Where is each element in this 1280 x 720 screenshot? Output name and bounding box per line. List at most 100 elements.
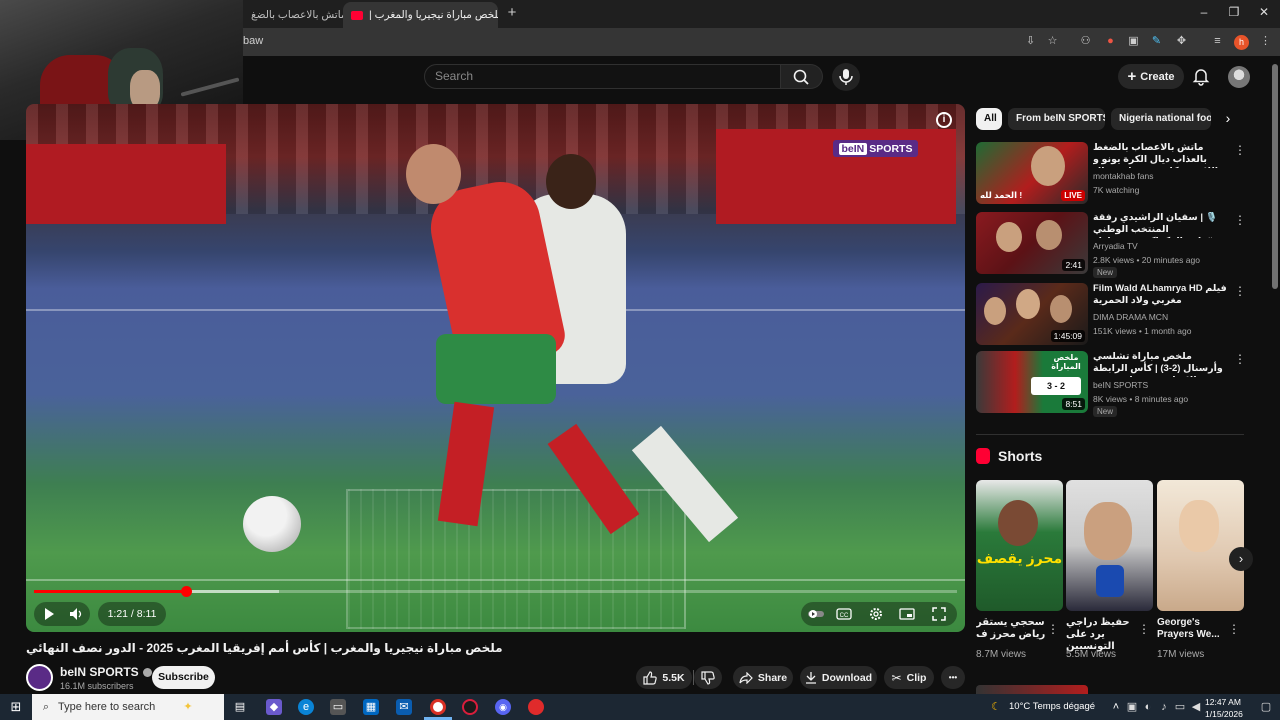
windows-start-icon[interactable]: ⊞: [8, 699, 24, 715]
task-view-icon[interactable]: ▤: [232, 699, 248, 715]
video-thumbnail[interactable]: الحمد لله ! LIVE: [976, 142, 1088, 204]
recommendation-title[interactable]: ملخص مباراة تشلسي وأرسنال (2-3) | كأس ال…: [1093, 351, 1230, 377]
recommendation-item[interactable]: 2:41 🎙️ | سفيان الراشيدي رفقة المنتخب ال…: [976, 212, 1246, 278]
extension-icon[interactable]: ✎: [1149, 34, 1164, 49]
clock-date[interactable]: 1/15/2026: [1205, 709, 1243, 719]
clip-button[interactable]: ✂ Clip: [884, 666, 934, 689]
more-options-icon[interactable]: ⋮: [1234, 353, 1246, 365]
short-thumbnail[interactable]: محرز يقصف: [976, 480, 1063, 611]
short-title[interactable]: سحجي يستقر رياض محرز ف: [976, 617, 1046, 641]
clock-time[interactable]: 12:47 AM: [1205, 697, 1241, 707]
tray-icon[interactable]: ▣: [1124, 699, 1140, 715]
more-options-icon[interactable]: ⋮: [1138, 622, 1150, 636]
store-icon[interactable]: ▦: [363, 699, 379, 715]
chip-all[interactable]: All: [976, 108, 1002, 130]
chip-from-bein-sports[interactable]: From beIN SPORTS: [1008, 108, 1105, 130]
video-player[interactable]: beIN SPORTS i 1:21 / 8:11 CC: [26, 104, 965, 632]
extension-icon[interactable]: ●: [1103, 34, 1118, 49]
browser-tab-active[interactable]: ملخص مباراة نيجيريا والمغرب | ✕: [343, 2, 498, 28]
new-tab-button[interactable]: +: [503, 4, 521, 22]
recommendation-title[interactable]: Film Wald ALhamrya HD فيلم مغربي ولاد ال…: [1093, 283, 1230, 307]
download-button[interactable]: Download: [800, 666, 877, 689]
recommendation-channel[interactable]: montakhab fans: [1093, 171, 1153, 181]
dislike-button[interactable]: [694, 666, 722, 689]
search-input[interactable]: Search: [424, 64, 781, 89]
more-options-icon[interactable]: ⋮: [1047, 622, 1059, 636]
info-icon[interactable]: i: [936, 112, 952, 128]
chevron-right-icon[interactable]: ›: [1229, 547, 1253, 571]
discord-icon[interactable]: ◉: [495, 699, 511, 715]
chip-nigeria-national-football[interactable]: Nigeria national footb: [1111, 108, 1211, 130]
app-icon[interactable]: [528, 699, 544, 715]
play-button[interactable]: [38, 603, 60, 625]
channel-avatar[interactable]: [26, 664, 53, 691]
minimize-icon[interactable]: –: [1194, 5, 1214, 19]
video-thumbnail[interactable]: 2:41: [976, 212, 1088, 274]
short-title[interactable]: George's Prayers We...: [1157, 617, 1227, 641]
scrubber-knob[interactable]: [181, 586, 193, 597]
chevron-right-icon[interactable]: ›: [1220, 110, 1236, 128]
fullscreen-button[interactable]: [928, 603, 950, 625]
search-button[interactable]: [781, 64, 823, 89]
subtitles-button[interactable]: CC: [833, 603, 855, 625]
more-options-icon[interactable]: ⋮: [1234, 285, 1246, 297]
restore-icon[interactable]: ❐: [1224, 5, 1244, 19]
extensions-puzzle-icon[interactable]: ✥: [1174, 34, 1189, 49]
browser-tab[interactable]: ماتش بالاعصاب بالضغ ✕: [243, 2, 343, 28]
url-text[interactable]: baw: [243, 35, 263, 47]
bookmark-star-icon[interactable]: ☆: [1045, 34, 1060, 49]
browser-menu-icon[interactable]: ⋮: [1258, 34, 1273, 49]
autoplay-toggle[interactable]: [805, 603, 827, 625]
video-thumbnail[interactable]: [976, 685, 1088, 694]
miniplayer-button[interactable]: [896, 603, 918, 625]
microphone-icon[interactable]: ♪: [1156, 699, 1172, 715]
short-thumbnail[interactable]: [1066, 480, 1153, 611]
recommendation-channel[interactable]: Arryadia TV: [1093, 241, 1138, 251]
like-button[interactable]: 5.5K: [636, 666, 692, 689]
share-button[interactable]: Share: [733, 666, 793, 689]
recommendation-channel[interactable]: beIN SPORTS: [1093, 380, 1148, 390]
network-icon[interactable]: ▭: [1172, 699, 1188, 715]
more-options-icon[interactable]: ⋮: [1228, 622, 1240, 636]
more-actions-button[interactable]: •••: [941, 666, 965, 689]
weather-text[interactable]: 10°C Temps dégagé: [1009, 701, 1095, 712]
recommendation-item[interactable]: 1:45:09 Film Wald ALhamrya HD فيلم مغربي…: [976, 283, 1246, 347]
edge-icon[interactable]: e: [298, 699, 314, 715]
channel-name[interactable]: beIN SPORTS: [60, 665, 152, 679]
subscribe-button[interactable]: Subscribe: [152, 666, 215, 689]
recommendation-item[interactable]: الحمد لله ! LIVE ماتش بالاعصاب بالضغط با…: [976, 142, 1246, 206]
profile-avatar[interactable]: h: [1234, 35, 1249, 50]
volume-button[interactable]: [66, 603, 88, 625]
chevron-up-icon[interactable]: ˄: [1108, 699, 1124, 715]
recommendation-channel[interactable]: DIMA DRAMA MCN: [1093, 312, 1168, 322]
short-thumbnail[interactable]: [1157, 480, 1244, 611]
video-thumbnail[interactable]: ملخص المباراة 3 - 2 8:51: [976, 351, 1088, 413]
close-window-icon[interactable]: ✕: [1254, 5, 1274, 19]
mail-icon[interactable]: ✉: [396, 699, 412, 715]
notification-center-icon[interactable]: ▢: [1258, 699, 1274, 715]
copilot-icon[interactable]: ◆: [266, 699, 282, 715]
settings-button[interactable]: [865, 603, 887, 625]
voice-search-button[interactable]: [832, 63, 860, 91]
folder-icon[interactable]: ▭: [330, 699, 346, 715]
create-button[interactable]: + Create: [1118, 64, 1184, 89]
progress-bar[interactable]: [34, 586, 957, 597]
tray-icon[interactable]: ◐: [1140, 699, 1156, 715]
volume-icon[interactable]: ◀: [1188, 699, 1204, 715]
extension-icon[interactable]: ▣: [1126, 34, 1141, 49]
notifications-button[interactable]: [1190, 65, 1212, 87]
page-scrollbar[interactable]: [1272, 64, 1278, 289]
install-app-icon[interactable]: ⇩: [1023, 34, 1038, 49]
more-options-icon[interactable]: ⋮: [1234, 214, 1246, 226]
recommendation-title[interactable]: ماتش بالاعصاب بالضغط بالعذاب ديال الكرة …: [1093, 142, 1230, 168]
app-icon[interactable]: [462, 699, 478, 715]
extension-icon[interactable]: ⚇: [1078, 34, 1093, 49]
account-avatar[interactable]: [1228, 66, 1250, 88]
reading-list-icon[interactable]: ≡: [1210, 34, 1225, 49]
recommendation-title[interactable]: 🎙️ | سفيان الراشيدي رفقة المنتخب الوطني …: [1093, 212, 1230, 238]
more-options-icon[interactable]: ⋮: [1234, 144, 1246, 156]
chrome-icon[interactable]: [430, 699, 446, 715]
short-title[interactable]: حفيظ دراجي يرد على التونسيين: [1066, 617, 1136, 653]
recommendation-item[interactable]: ملخص المباراة 3 - 2 8:51 ملخص مباراة تشل…: [976, 351, 1246, 417]
video-thumbnail[interactable]: 1:45:09: [976, 283, 1088, 345]
